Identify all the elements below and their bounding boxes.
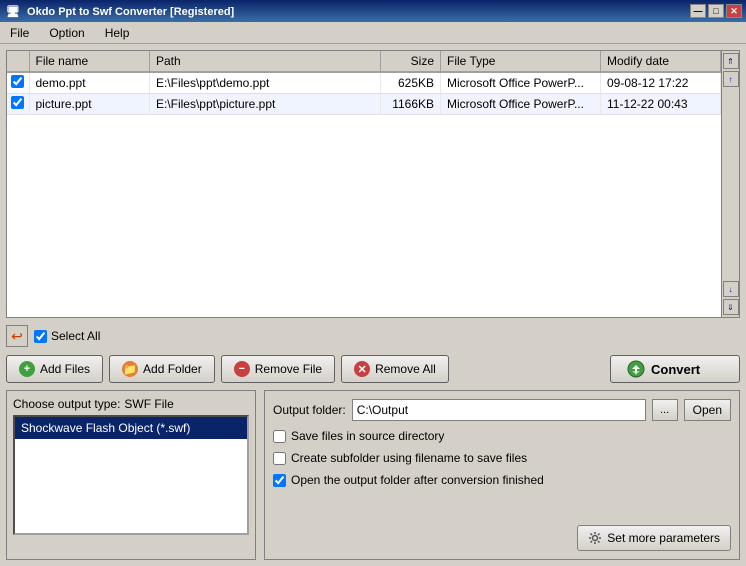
add-files-button[interactable]: + Add Files bbox=[6, 355, 103, 383]
output-settings: Output folder: ... Open Save files in so… bbox=[264, 390, 740, 560]
row-filename: demo.ppt bbox=[29, 72, 149, 94]
back-button[interactable]: ↩ bbox=[6, 325, 28, 347]
checkbox-save-source[interactable]: Save files in source directory bbox=[273, 429, 731, 443]
remove-file-icon: − bbox=[234, 361, 250, 377]
row-check-cell[interactable] bbox=[7, 72, 29, 94]
row-check-cell[interactable] bbox=[7, 94, 29, 115]
col-modified: Modify date bbox=[601, 51, 721, 72]
create-subfolder-checkbox[interactable] bbox=[273, 452, 286, 465]
action-buttons: + Add Files 📁 Add Folder − Remove File ✕… bbox=[6, 354, 740, 384]
window-controls: — □ ✕ bbox=[690, 4, 742, 18]
open-after-label: Open the output folder after conversion … bbox=[291, 473, 544, 487]
row-path: E:\Files\ppt\demo.ppt bbox=[149, 72, 380, 94]
row-modified: 09-08-12 17:22 bbox=[601, 72, 721, 94]
file-table-wrapper: File name Path Size File Type Modify dat… bbox=[7, 51, 721, 317]
format-list[interactable]: Shockwave Flash Object (*.swf) bbox=[13, 415, 249, 535]
main-container: File name Path Size File Type Modify dat… bbox=[0, 44, 746, 566]
col-check bbox=[7, 51, 29, 72]
create-subfolder-label: Create subfolder using filename to save … bbox=[291, 451, 527, 465]
row-filetype: Microsoft Office PowerP... bbox=[441, 94, 601, 115]
set-params-button[interactable]: Set more parameters bbox=[577, 525, 731, 551]
row-filetype: Microsoft Office PowerP... bbox=[441, 72, 601, 94]
gear-icon bbox=[588, 531, 602, 545]
remove-all-button[interactable]: ✕ Remove All bbox=[341, 355, 449, 383]
output-type-box: Choose output type: SWF File Shockwave F… bbox=[6, 390, 256, 560]
output-folder-row: Output folder: ... Open bbox=[273, 399, 731, 421]
scroll-bottom-button[interactable]: ⇓ bbox=[723, 299, 739, 315]
row-modified: 11-12-22 00:43 bbox=[601, 94, 721, 115]
convert-icon bbox=[627, 360, 645, 378]
add-files-icon: + bbox=[19, 361, 35, 377]
table-row: demo.ppt E:\Files\ppt\demo.ppt 625KB Mic… bbox=[7, 72, 721, 94]
close-button[interactable]: ✕ bbox=[726, 4, 742, 18]
row-size: 1166KB bbox=[381, 94, 441, 115]
bottom-panel: Choose output type: SWF File Shockwave F… bbox=[6, 390, 740, 560]
output-type-label: Choose output type: SWF File bbox=[13, 397, 249, 411]
file-list-container: File name Path Size File Type Modify dat… bbox=[6, 50, 740, 318]
scroll-top-button[interactable]: ⇑ bbox=[723, 53, 739, 69]
col-size: Size bbox=[381, 51, 441, 72]
select-all-checkbox[interactable] bbox=[34, 330, 47, 343]
scroll-down-button[interactable]: ↓ bbox=[723, 281, 739, 297]
menu-help[interactable]: Help bbox=[99, 24, 136, 42]
title-bar: 🖥 Okdo Ppt to Swf Converter [Registered]… bbox=[0, 0, 746, 22]
menu-file[interactable]: File bbox=[4, 24, 35, 42]
row-checkbox[interactable] bbox=[11, 75, 24, 88]
output-folder-label: Output folder: bbox=[273, 403, 346, 417]
browse-button[interactable]: ... bbox=[652, 399, 678, 421]
add-folder-button[interactable]: 📁 Add Folder bbox=[109, 355, 215, 383]
row-checkbox[interactable] bbox=[11, 96, 24, 109]
format-item-swf[interactable]: Shockwave Flash Object (*.swf) bbox=[15, 417, 247, 439]
convert-button[interactable]: Convert bbox=[610, 355, 740, 383]
row-path: E:\Files\ppt\picture.ppt bbox=[149, 94, 380, 115]
remove-file-button[interactable]: − Remove File bbox=[221, 355, 335, 383]
scroll-up-button[interactable]: ↑ bbox=[723, 71, 739, 87]
row-filename: picture.ppt bbox=[29, 94, 149, 115]
row-size: 625KB bbox=[381, 72, 441, 94]
checkbox-open-after[interactable]: Open the output folder after conversion … bbox=[273, 473, 731, 487]
output-folder-input[interactable] bbox=[352, 399, 646, 421]
add-folder-icon: 📁 bbox=[122, 361, 138, 377]
file-list-scrollbar: ⇑ ↑ ↓ ⇓ bbox=[721, 51, 739, 317]
remove-all-icon: ✕ bbox=[354, 361, 370, 377]
col-filename: File name bbox=[29, 51, 149, 72]
table-row: picture.ppt E:\Files\ppt\picture.ppt 116… bbox=[7, 94, 721, 115]
menu-bar: File Option Help bbox=[0, 22, 746, 44]
select-all-label[interactable]: Select All bbox=[34, 329, 100, 343]
col-path: Path bbox=[149, 51, 380, 72]
save-source-checkbox[interactable] bbox=[273, 430, 286, 443]
maximize-button[interactable]: □ bbox=[708, 4, 724, 18]
params-row: Set more parameters bbox=[273, 525, 731, 551]
col-filetype: File Type bbox=[441, 51, 601, 72]
checkbox-create-subfolder[interactable]: Create subfolder using filename to save … bbox=[273, 451, 731, 465]
file-table: File name Path Size File Type Modify dat… bbox=[7, 51, 721, 115]
open-button[interactable]: Open bbox=[684, 399, 731, 421]
open-after-checkbox[interactable] bbox=[273, 474, 286, 487]
title-text: 🖥 Okdo Ppt to Swf Converter [Registered] bbox=[6, 5, 234, 18]
minimize-button[interactable]: — bbox=[690, 4, 706, 18]
bottom-controls: ↩ Select All bbox=[6, 324, 740, 348]
save-source-label: Save files in source directory bbox=[291, 429, 444, 443]
menu-option[interactable]: Option bbox=[43, 24, 90, 42]
